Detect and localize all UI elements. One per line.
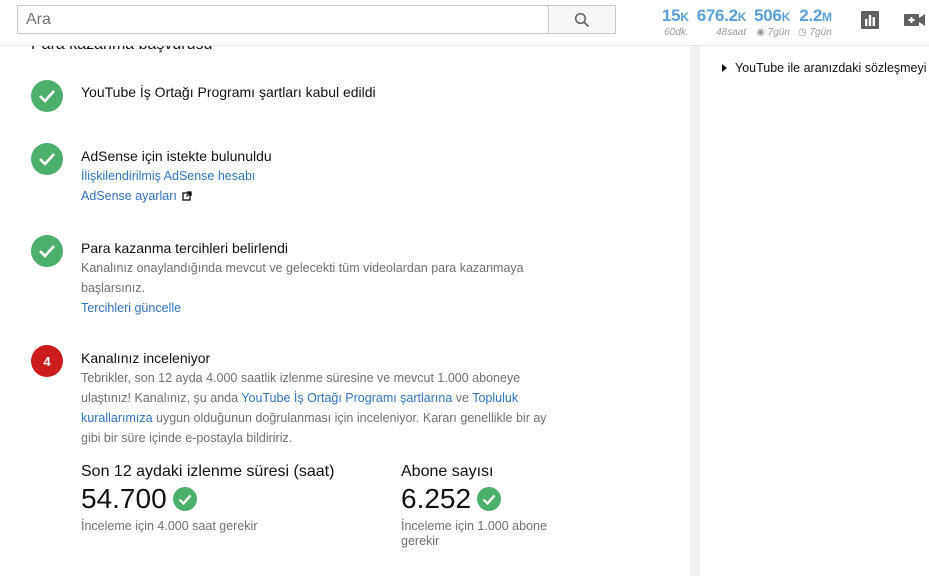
check-icon (31, 80, 63, 112)
step-description: Tebrikler, son 12 ayda 4.000 saatlik izl… (81, 368, 561, 448)
step-body: YouTube İş Ortağı Programı şartları kabu… (81, 83, 561, 102)
metric-value: 6.252 (401, 483, 472, 514)
check-icon (31, 235, 63, 267)
check-icon (477, 487, 502, 511)
search-icon (574, 12, 590, 27)
adsense-settings-row: AdSense ayarları (81, 186, 561, 206)
stat-views-7d[interactable]: 506K ◉ 7gün (754, 6, 790, 39)
desc-text: ve (452, 391, 473, 405)
analytics-icon[interactable] (860, 10, 880, 30)
stat-unit: K (737, 10, 747, 24)
video-add-icon[interactable] (903, 12, 927, 28)
step-number-badge: 4 (31, 345, 63, 377)
step-title: Para kazanma tercihleri belirlendi (81, 240, 288, 256)
subscriber-metric: Abone sayısı 6.252 İnceleme için 1.000 a… (401, 463, 571, 549)
stat-period: 7gün (809, 27, 832, 38)
stat-period: 48saat (716, 27, 747, 38)
check-icon (172, 487, 197, 511)
update-preferences-link[interactable]: Tercihleri güncelle (81, 298, 561, 318)
panel-divider (690, 46, 700, 576)
top-bar: 15K 60dk. 676.2K 48saat 506K ◉ 7gün 2.2M… (0, 0, 929, 46)
stat-realtime-60min[interactable]: 15K 60dk. (662, 6, 689, 39)
metric-row: 6.252 (401, 482, 571, 516)
stat-unit: K (680, 10, 689, 24)
metric-label: Son 12 aydaki izlenme süresi (saat) (81, 463, 335, 480)
caret-right-icon (722, 64, 727, 72)
linked-adsense-account-link[interactable]: İlişkilendirilmiş AdSense hesabı (81, 166, 561, 186)
step-body: AdSense için istekte bulunuldu İlişkilen… (81, 147, 561, 206)
search-button[interactable] (549, 5, 616, 34)
metric-label: Abone sayısı (401, 463, 494, 480)
eye-icon: ◉ (756, 27, 765, 38)
step-body: Para kazanma tercihleri belirlendi Kanal… (81, 239, 561, 318)
stats-bar: 15K 60dk. 676.2K 48saat 506K ◉ 7gün 2.2M… (662, 6, 832, 39)
stat-unit: M (822, 10, 832, 24)
search-input[interactable] (17, 5, 549, 34)
step-title: YouTube İş Ortağı Programı şartları kabu… (81, 84, 376, 100)
contract-expander[interactable]: YouTube ile aranızdaki sözleşmeyi (722, 61, 927, 75)
metric-note: İnceleme için 4.000 saat gerekir (81, 519, 258, 533)
stat-value: 15 (662, 6, 681, 25)
stat-realtime-48h[interactable]: 676.2K 48saat (696, 6, 747, 39)
metric-note: İnceleme için 1.000 abone gerekir (401, 519, 547, 548)
stat-value: 676.2 (696, 6, 738, 25)
stat-value: 2.2 (799, 6, 823, 25)
partner-terms-link[interactable]: YouTube İş Ortağı Programı şartlarına (241, 391, 452, 405)
step-description: Kanalınız onaylandığında mevcut ve gelec… (81, 261, 524, 295)
step-title: Kanalınız inceleniyor (81, 350, 211, 366)
stat-unit: K (781, 10, 791, 24)
check-icon (31, 143, 63, 175)
right-panel: YouTube ile aranızdaki sözleşmeyi (700, 46, 929, 576)
section-title: Para kazanma başvurusu (31, 46, 212, 54)
stat-watchtime-7d[interactable]: 2.2M ◷ 7gün (798, 6, 832, 39)
stat-value: 506 (754, 6, 782, 25)
metric-row: 54.700 (81, 482, 371, 516)
step-body: Kanalınız inceleniyor Tebrikler, son 12 … (81, 349, 561, 448)
external-link-icon[interactable] (182, 191, 192, 201)
stat-period: 60dk. (664, 27, 689, 38)
monetization-panel: Para kazanma başvurusu YouTube İş Ortağı… (0, 46, 690, 576)
step-title: AdSense için istekte bulunuldu (81, 148, 272, 164)
clock-icon: ◷ (797, 27, 807, 38)
contract-item-label: YouTube ile aranızdaki sözleşmeyi (735, 61, 927, 75)
adsense-settings-link[interactable]: AdSense ayarları (81, 186, 177, 206)
watch-time-metric: Son 12 aydaki izlenme süresi (saat) 54.7… (81, 463, 371, 534)
stat-period: 7gün (767, 27, 790, 38)
metric-value: 54.700 (81, 483, 167, 514)
search-bar (17, 5, 616, 34)
